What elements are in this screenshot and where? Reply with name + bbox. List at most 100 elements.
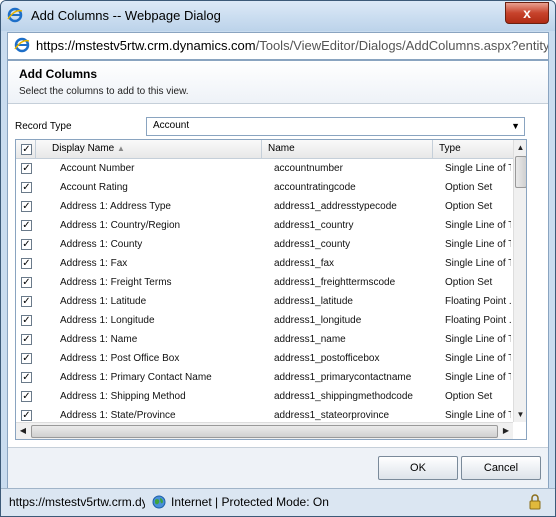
column-header-name[interactable]: Name xyxy=(268,143,295,154)
address-path: /Tools/ViewEditor/Dialogs/AddColumns.asp… xyxy=(255,38,549,53)
row-checkbox[interactable]: ✓ xyxy=(21,258,32,269)
status-zone: Internet | Protected Mode: On xyxy=(171,495,329,509)
row-checkbox[interactable]: ✓ xyxy=(21,296,32,307)
cell-name: address1_longitude xyxy=(274,315,362,326)
scroll-left-icon[interactable]: ◀ xyxy=(16,423,30,439)
column-header-display-name[interactable]: Display Name ▲ xyxy=(52,143,125,154)
column-separator xyxy=(35,140,36,158)
cell-display-name: Address 1: State/Province xyxy=(60,410,176,421)
cell-type: Single Line of T... xyxy=(445,410,511,421)
column-header-display-name-label: Display Name xyxy=(52,143,115,154)
cell-type: Option Set xyxy=(445,391,493,402)
cell-display-name: Address 1: Latitude xyxy=(60,296,147,307)
record-type-value: Account xyxy=(153,120,190,131)
column-header-type[interactable]: Type xyxy=(439,143,461,154)
cell-name: address1_latitude xyxy=(274,296,353,307)
table-row[interactable]: ✓ Address 1: Primary Contact Name address1… xyxy=(16,368,513,387)
cell-display-name: Account Rating xyxy=(60,182,128,193)
cell-display-name: Address 1: Primary Contact Name xyxy=(60,372,212,383)
cell-name: address1_postofficebox xyxy=(274,353,380,364)
record-type-select[interactable]: Account ▼ xyxy=(146,117,525,136)
cell-display-name: Address 1: Post Office Box xyxy=(60,353,180,364)
cell-type: Floating Point ... xyxy=(445,296,511,307)
row-checkbox[interactable]: ✓ xyxy=(21,315,32,326)
cell-type: Floating Point ... xyxy=(445,315,511,326)
table-row[interactable]: ✓ Account Number accountnumber Single Line … xyxy=(16,159,513,178)
cancel-button[interactable]: Cancel xyxy=(461,456,541,480)
status-url: https://mstestv5rtw.crm.dynamics.com xyxy=(9,495,145,509)
horizontal-scroll-thumb[interactable] xyxy=(31,425,498,438)
ie-icon xyxy=(7,7,23,23)
vertical-scroll-thumb[interactable] xyxy=(515,156,526,188)
address-url: https://mstestv5rtw.crm.dynamics.com/Too… xyxy=(36,38,549,53)
row-checkbox[interactable]: ✓ xyxy=(21,277,32,288)
table-row[interactable]: ✓ Address 1: Freight Terms address1_freigh… xyxy=(16,273,513,292)
table-row[interactable]: ✓ Address 1: Country/Region address1_count… xyxy=(16,216,513,235)
row-checkbox[interactable]: ✓ xyxy=(21,182,32,193)
window-title: Add Columns -- Webpage Dialog xyxy=(31,8,221,23)
cell-display-name: Address 1: Shipping Method xyxy=(60,391,186,402)
row-checkbox[interactable]: ✓ xyxy=(21,410,32,421)
table-row[interactable]: ✓ Address 1: Fax address1_fax Single Line o… xyxy=(16,254,513,273)
title-bar[interactable]: Add Columns -- Webpage Dialog x xyxy=(1,1,555,31)
horizontal-scrollbar[interactable]: ◀ ▶ xyxy=(16,422,513,439)
table-row[interactable]: ✓ Address 1: County address1_county Single … xyxy=(16,235,513,254)
dialog-header: Add Columns Select the columns to add to… xyxy=(8,61,548,104)
scroll-right-icon[interactable]: ▶ xyxy=(499,423,513,439)
scroll-up-icon[interactable]: ▲ xyxy=(514,140,526,155)
address-bar[interactable]: https://mstestv5rtw.crm.dynamics.com/Too… xyxy=(7,32,549,60)
cell-name: address1_country xyxy=(274,220,354,231)
cell-name: address1_name xyxy=(274,334,346,345)
cell-display-name: Address 1: Name xyxy=(60,334,138,345)
row-checkbox[interactable]: ✓ xyxy=(21,220,32,231)
close-button[interactable]: x xyxy=(505,2,549,24)
table-row[interactable]: ✓ Address 1: Address Type address1_address… xyxy=(16,197,513,216)
table-row[interactable]: ✓ Address 1: Longitude address1_longitude F… xyxy=(16,311,513,330)
cell-display-name: Address 1: Country/Region xyxy=(60,220,181,231)
cell-type: Single Line of T... xyxy=(445,163,511,174)
dialog-title: Add Columns xyxy=(19,67,97,81)
vertical-scrollbar[interactable]: ▲ ▼ xyxy=(513,140,526,422)
row-checkbox[interactable]: ✓ xyxy=(21,353,32,364)
column-separator xyxy=(261,140,262,158)
row-checkbox[interactable]: ✓ xyxy=(21,372,32,383)
ie-icon xyxy=(14,37,30,53)
cell-type: Single Line of T... xyxy=(445,220,511,231)
cell-display-name: Address 1: Address Type xyxy=(60,201,171,212)
cell-type: Option Set xyxy=(445,277,493,288)
cell-display-name: Address 1: Freight Terms xyxy=(60,277,172,288)
table-row[interactable]: ✓ Address 1: Latitude address1_latitude Flo… xyxy=(16,292,513,311)
dialog-subtitle: Select the columns to add to this view. xyxy=(19,86,189,97)
sort-ascending-icon: ▲ xyxy=(117,144,125,153)
table-row[interactable]: ✓ Address 1: Post Office Box address1_post… xyxy=(16,349,513,368)
row-checkbox[interactable]: ✓ xyxy=(21,334,32,345)
dropdown-arrow-icon: ▼ xyxy=(511,121,520,131)
table-row[interactable]: ✓ Address 1: Name address1_name Single Line… xyxy=(16,330,513,349)
cell-type: Option Set xyxy=(445,201,493,212)
address-prefix: https://mstestv5rtw.crm. xyxy=(36,38,173,53)
cell-type: Single Line of T... xyxy=(445,334,511,345)
cell-name: address1_shippingmethodcode xyxy=(274,391,413,402)
column-separator xyxy=(432,140,433,158)
row-checkbox[interactable]: ✓ xyxy=(21,163,32,174)
row-checkbox[interactable]: ✓ xyxy=(21,239,32,250)
scroll-down-icon[interactable]: ▼ xyxy=(514,407,526,422)
table-row[interactable]: ✓ Address 1: Shipping Method address1_ship… xyxy=(16,387,513,406)
cell-name: accountnumber xyxy=(274,163,343,174)
cell-display-name: Address 1: Longitude xyxy=(60,315,155,326)
record-type-label: Record Type xyxy=(15,121,72,132)
cell-type: Single Line of T... xyxy=(445,353,511,364)
cell-name: address1_freighttermscode xyxy=(274,277,396,288)
grid-rows: ✓ Account Number accountnumber Single Line … xyxy=(16,159,513,425)
cell-type: Single Line of T... xyxy=(445,372,511,383)
table-row[interactable]: ✓ Account Rating accountratingcode Option S… xyxy=(16,178,513,197)
row-checkbox[interactable]: ✓ xyxy=(21,391,32,402)
row-checkbox[interactable]: ✓ xyxy=(21,201,32,212)
ok-button[interactable]: OK xyxy=(378,456,458,480)
globe-icon xyxy=(152,495,166,509)
cell-name: address1_county xyxy=(274,239,351,250)
padlock-icon xyxy=(529,494,541,510)
cell-type: Single Line of T... xyxy=(445,258,511,269)
select-all-checkbox[interactable]: ✓ xyxy=(21,144,32,155)
grid-header: ✓ Display Name ▲ Name Type xyxy=(16,140,513,159)
